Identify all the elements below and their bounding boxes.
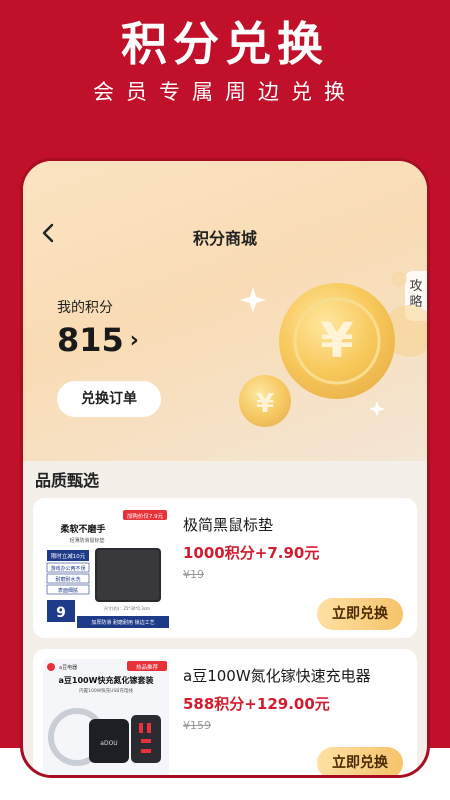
product-name: a豆100W氮化镓快速充电器: [183, 667, 371, 685]
points-hero: 积分商城 攻略 我的积分 815 › 兑换订单 ¥ ¥: [23, 161, 427, 461]
points-label: 我的积分: [57, 300, 113, 316]
thumb-price: 9: [56, 605, 66, 621]
product-original-price: ¥19: [183, 568, 204, 581]
thumb-size: 尺寸(约)：25*30*0.3cm: [104, 605, 150, 611]
product-card[interactable]: 热品推荐 a豆电器 a豆100W快充氮化镓套装 内置100W快充USB充电线 a…: [33, 649, 417, 775]
redeem-now-button[interactable]: 立即兑换: [317, 747, 403, 775]
thumb-headline: a豆100W快充氮化镓套装: [59, 675, 154, 685]
thumb-tag4: 表面细腻: [58, 587, 78, 594]
product-name: 极简黑鼠标垫: [183, 516, 274, 534]
promo-subtitle: 会员专属周边兑换: [93, 80, 357, 104]
thumb-tag2: 游戏办公两不误: [50, 565, 85, 572]
svg-text:¥: ¥: [320, 313, 353, 369]
phone-frame: 积分商城 攻略 我的积分 815 › 兑换订单 ¥ ¥ 品质甄选 加购价仅7.9…: [20, 158, 430, 778]
redeem-now-button[interactable]: 立即兑换: [317, 598, 403, 630]
thumb-brand: a豆电器: [59, 664, 77, 671]
svg-text:¥: ¥: [256, 389, 274, 419]
page-title: 积分商城: [192, 229, 257, 248]
points-value: 815: [57, 321, 124, 359]
charger-thumbnail: 热品推荐 a豆电器 a豆100W快充氮化镓套装 内置100W快充USB充电线 a…: [43, 659, 169, 775]
thumb-footer: 加厚防滑 耐磨耐用 锁边工艺: [91, 619, 154, 626]
product-image-mousepad: 加购价仅7.9元 柔软不磨手 轻薄防滑鼠标垫 限时立减10元 游戏办公两不误 耐…: [43, 508, 169, 632]
points-value-link[interactable]: 815 ›: [57, 321, 139, 359]
product-original-price: ¥159: [183, 719, 211, 732]
thumb-subline: 内置100W快充USB充电线: [79, 687, 133, 694]
promo-title: 积分兑换: [121, 17, 329, 71]
product-image-charger: 热品推荐 a豆电器 a豆100W快充氮化镓套装 内置100W快充USB充电线 a…: [43, 659, 169, 775]
chevron-right-icon: ›: [129, 327, 139, 353]
thumb-tag3: 耐磨耐水洗: [55, 576, 80, 583]
product-price: 1000积分+7.90元: [183, 544, 320, 562]
thumb-badge: 加购价仅7.9元: [127, 512, 164, 520]
product-price: 588积分+129.00元: [183, 695, 330, 713]
section-title: 品质甄选: [35, 471, 100, 490]
thumb-subline: 轻薄防滑鼠标垫: [69, 537, 104, 544]
product-card[interactable]: 加购价仅7.9元 柔软不磨手 轻薄防滑鼠标垫 限时立减10元 游戏办公两不误 耐…: [33, 498, 417, 638]
thumb-tag1: 限时立减10元: [51, 552, 86, 560]
mousepad-thumbnail: 加购价仅7.9元 柔软不磨手 轻薄防滑鼠标垫 限时立减10元 游戏办公两不误 耐…: [43, 508, 169, 632]
thumb-headline: 柔软不磨手: [59, 523, 105, 535]
thumb-device-label: aDOU: [100, 740, 117, 747]
redeem-orders-button[interactable]: 兑换订单: [57, 381, 161, 417]
thumb-badge: 热品推荐: [136, 663, 159, 671]
coins-illustration: ¥ ¥: [239, 271, 427, 427]
